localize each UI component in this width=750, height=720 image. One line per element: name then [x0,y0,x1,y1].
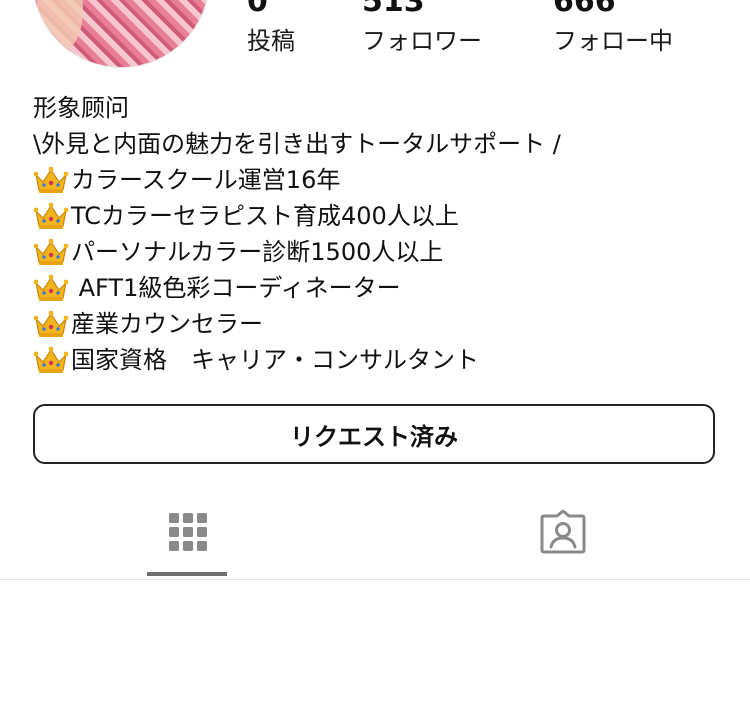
bio-item: 国家資格 キャリア・コンサルタント [33,342,723,378]
following-label: フォロー中 [553,27,673,55]
active-tab-indicator [147,572,227,576]
posts-count: 0 [247,0,268,19]
followers-label: フォロワー [362,27,482,55]
profile-bio: 形象顾问 \外見と内面の魅力を引き出すトータルサポート / カラースクール運営1… [33,90,723,378]
tab-tagged[interactable] [375,496,750,576]
posts-count-stat[interactable]: 0 投稿 [247,0,295,56]
followers-count-stat[interactable]: 513 フォロワー [362,0,482,56]
bio-item: TCカラーセラピスト育成400人以上 [33,198,723,234]
bio-item-text: 国家資格 キャリア・コンサルタント [71,346,479,374]
bio-item: 産業カウンセラー [33,306,723,342]
profile-tabs [0,496,750,580]
bio-item-text: パーソナルカラー診断1500人以上 [71,238,444,266]
bio-item-text: カラースクール運営16年 [71,166,341,194]
bio-item-text: AFT1級色彩コーディネーター [71,274,401,302]
profile-avatar[interactable] [32,0,210,68]
posts-label: 投稿 [247,27,295,55]
crown-emoji-icon [33,238,69,265]
tagged-person-icon [540,510,585,554]
tab-grid[interactable] [0,496,375,576]
followers-count: 513 [362,0,425,19]
crown-emoji-icon [33,202,69,229]
following-count: 666 [553,0,616,19]
crown-emoji-icon [33,310,69,337]
tabs-divider [0,579,750,580]
avatar-photo-detail [37,0,83,51]
request-sent-button-label: リクエスト済み [290,422,458,451]
bio-item: パーソナルカラー診断1500人以上 [33,234,723,270]
bio-item-text: 産業カウンセラー [71,310,263,338]
bio-name: 形象顾问 [33,94,129,122]
bio-item: カラースクール運営16年 [33,162,723,198]
bio-item-text: TCカラーセラピスト育成400人以上 [71,202,459,230]
bio-item: AFT1級色彩コーディネーター [33,270,723,306]
bio-tagline: \外見と内面の魅力を引き出すトータルサポート / [33,130,561,158]
crown-emoji-icon [33,274,69,301]
grid-icon [168,513,207,551]
request-sent-button[interactable]: リクエスト済み [33,404,715,464]
crown-emoji-icon [33,166,69,193]
crown-emoji-icon [33,346,69,373]
following-count-stat[interactable]: 666 フォロー中 [553,0,673,56]
